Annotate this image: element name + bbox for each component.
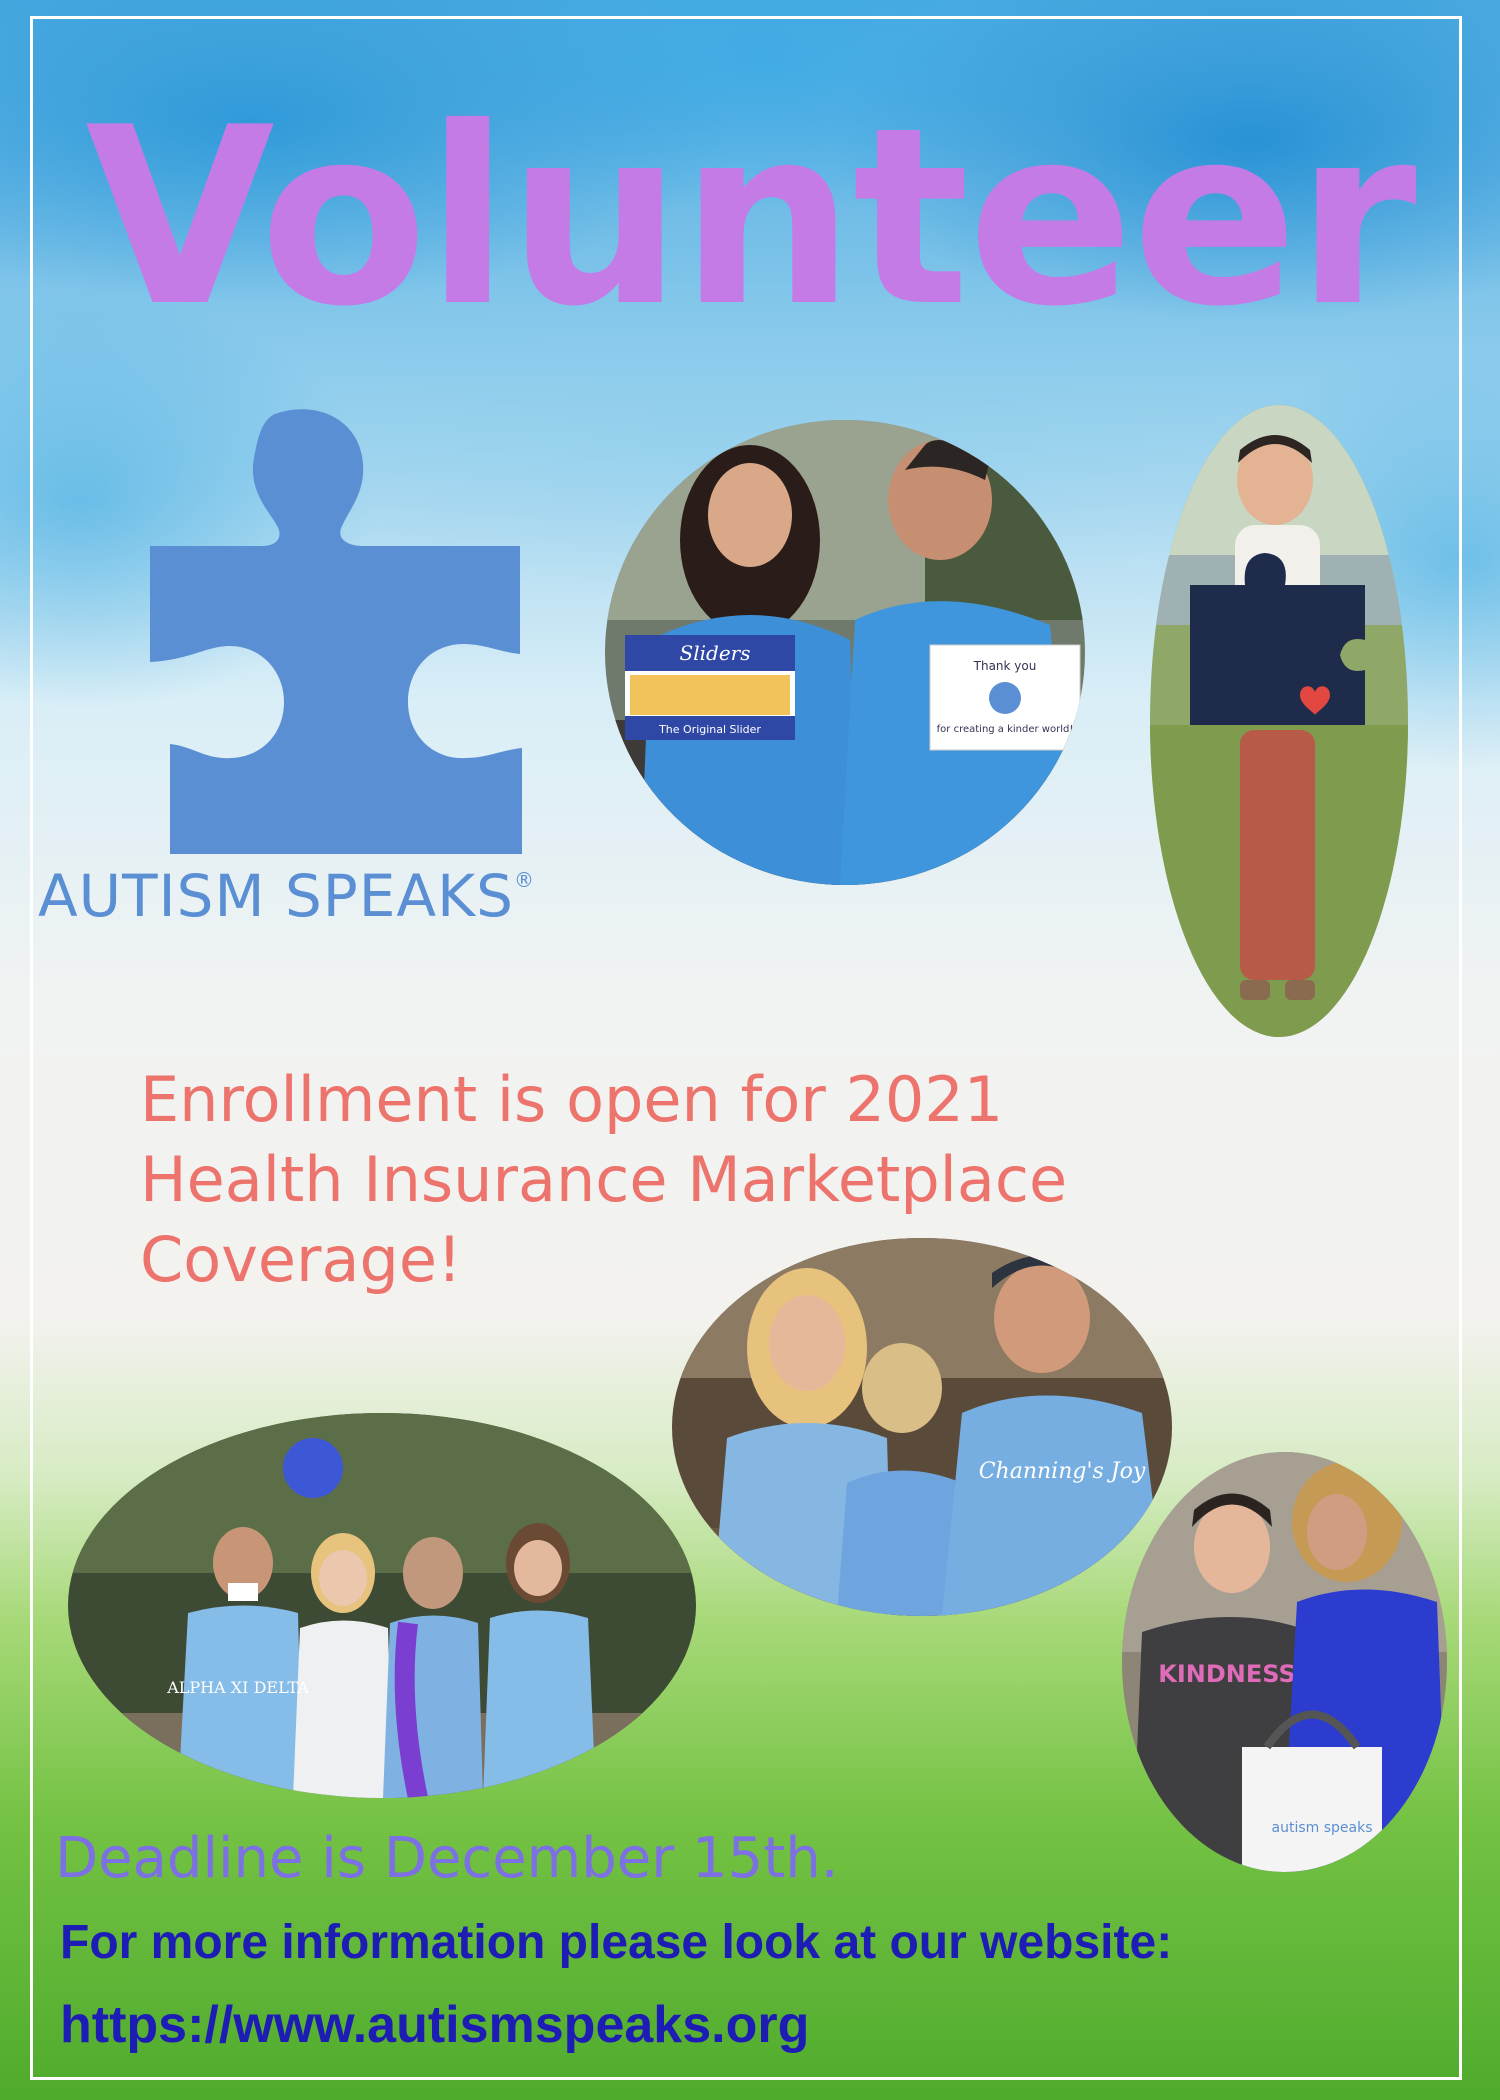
puzzle-piece-icon <box>150 409 522 854</box>
photo-family-sliders: Sliders The Original Slider Thank you fo… <box>605 420 1085 885</box>
photo-sorority: ALPHA XI DELTA <box>68 1413 696 1798</box>
photo-teen-mom: KINDNESS autism speaks <box>1122 1452 1447 1872</box>
registered-mark: ® <box>513 868 535 892</box>
box-caption: The Original Slider <box>658 723 761 736</box>
sign-text: for creating a kinder world! <box>937 724 1074 735</box>
sign-title: Thank you <box>973 659 1037 673</box>
deadline-text: Deadline is December 15th. <box>55 1826 839 1891</box>
box-label: Sliders <box>680 641 751 665</box>
photo-boy-puzzle <box>1150 405 1408 1037</box>
shirt-text: KINDNESS <box>1158 1660 1296 1688</box>
bag-text: autism speaks <box>1272 1820 1373 1836</box>
photo-family-shirts: Channing's Joy <box>672 1238 1172 1616</box>
title: Volunteer <box>85 75 1417 360</box>
brand-text: AUTISM SPEAKS <box>38 862 514 930</box>
shirt-text: ALPHA XI DELTA <box>166 1678 309 1697</box>
message-line: Enrollment is open for 2021 <box>140 1063 1004 1136</box>
poster: Volunteer AUTISM SPEAKS® Sliders The Ori <box>0 0 1500 2100</box>
shirt-text: Channing's Joy <box>979 1459 1146 1484</box>
info-text: For more information please look at our … <box>60 1916 1173 1969</box>
enrollment-message: Enrollment is open for 2021 Health Insur… <box>140 1060 1340 1300</box>
message-line: Coverage! <box>140 1223 462 1296</box>
brand-name: AUTISM SPEAKS® <box>38 862 535 930</box>
website-link[interactable]: https://www.autismspeaks.org <box>60 1995 809 2055</box>
message-line: Health Insurance Marketplace <box>140 1143 1068 1216</box>
